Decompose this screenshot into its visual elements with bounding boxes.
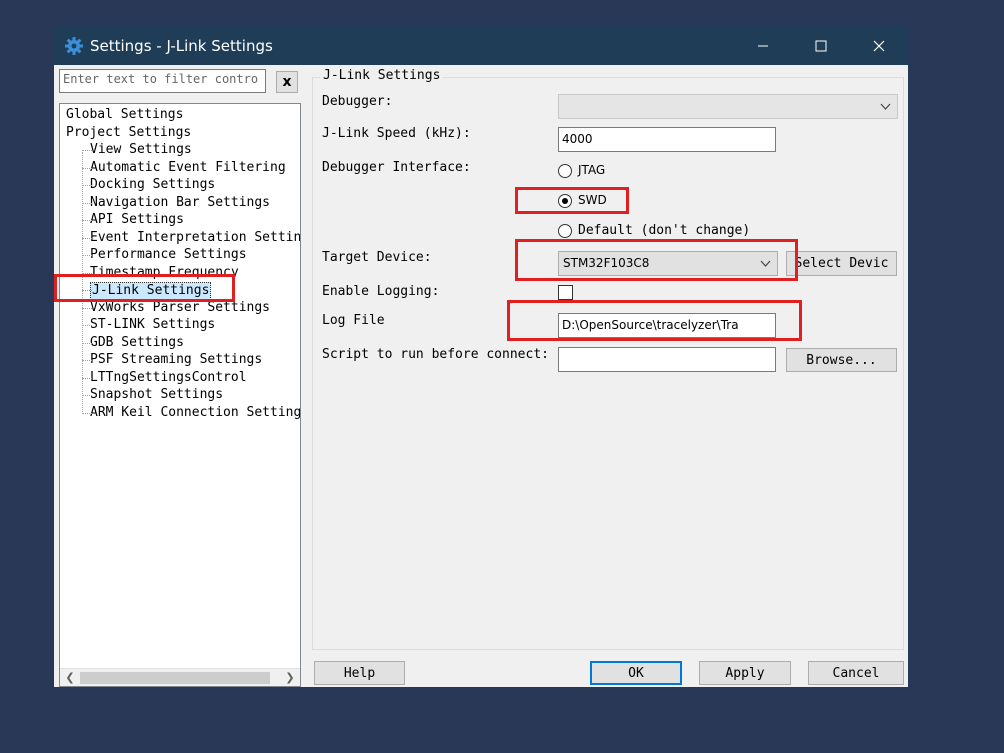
tree-connector-tick: [82, 343, 92, 344]
tree-item[interactable]: Global Settings: [66, 107, 183, 123]
tree-item[interactable]: Snapshot Settings: [90, 387, 223, 403]
highlight-swd-option: [515, 187, 629, 214]
radio-default-label[interactable]: Default (don't change): [578, 223, 750, 238]
tree-connector-tick: [82, 185, 92, 186]
debugger-label: Debugger:: [322, 94, 393, 109]
group-title: J-Link Settings: [320, 68, 444, 83]
tree-connector-tick: [82, 255, 92, 256]
horizontal-scrollbar[interactable]: ❮ ❯: [60, 668, 300, 686]
tree-item[interactable]: Project Settings: [66, 125, 191, 141]
highlight-target-device: [515, 239, 798, 281]
tree-connector-tick: [82, 360, 92, 361]
minimize-icon: [758, 45, 768, 47]
maximize-icon: [815, 40, 827, 52]
tree-item[interactable]: Navigation Bar Settings: [90, 195, 270, 211]
tree-item[interactable]: Docking Settings: [90, 177, 215, 193]
window-title: Settings - J-Link Settings: [90, 37, 273, 55]
radio-default[interactable]: [558, 224, 572, 238]
browse-button[interactable]: Browse...: [786, 348, 897, 372]
scroll-left-icon[interactable]: ❮: [62, 671, 78, 685]
title-bar: Settings - J-Link Settings: [54, 27, 908, 65]
tree-item[interactable]: GDB Settings: [90, 335, 184, 351]
gear-icon: [65, 37, 83, 55]
speed-label: J-Link Speed (kHz):: [322, 126, 471, 141]
interface-label: Debugger Interface:: [322, 160, 471, 175]
tree-item[interactable]: ARM Keil Connection Settings: [90, 405, 300, 421]
logging-label: Enable Logging:: [322, 284, 440, 299]
minimize-button[interactable]: [734, 27, 792, 65]
select-device-button[interactable]: Select Devic: [786, 251, 897, 276]
tree-connector-tick: [82, 413, 92, 414]
chevron-down-icon: [880, 103, 891, 110]
debugger-combo[interactable]: [558, 94, 898, 119]
tree-connector-tick: [82, 308, 92, 309]
tree-item[interactable]: PSF Streaming Settings: [90, 352, 262, 368]
radio-jtag[interactable]: [558, 164, 572, 178]
clear-filter-button[interactable]: x: [276, 71, 298, 93]
tree-item[interactable]: View Settings: [90, 142, 192, 158]
tree-item[interactable]: Performance Settings: [90, 247, 247, 263]
cancel-button[interactable]: Cancel: [808, 661, 904, 685]
tree-connector-tick: [82, 378, 92, 379]
tree-connector-tick: [82, 168, 92, 169]
script-input[interactable]: [558, 347, 776, 372]
target-label: Target Device:: [322, 250, 432, 265]
tree-connector-tick: [82, 150, 92, 151]
tree-connector-tick: [82, 238, 92, 239]
speed-input[interactable]: 4000: [558, 127, 776, 152]
tree-connector-tick: [82, 325, 92, 326]
tree-connector-tick: [82, 395, 92, 396]
scroll-right-icon[interactable]: ❯: [282, 671, 298, 685]
tree-item[interactable]: ST-LINK Settings: [90, 317, 215, 333]
ok-button[interactable]: OK: [590, 661, 682, 685]
tree-connector-tick: [82, 220, 92, 221]
radio-jtag-label[interactable]: JTAG: [578, 163, 605, 177]
highlight-jlink-tree-item: [54, 274, 235, 302]
close-icon: [873, 40, 885, 52]
close-button[interactable]: [850, 27, 908, 65]
script-label: Script to run before connect:: [322, 347, 549, 362]
tree-item[interactable]: Event Interpretation Setting: [90, 230, 300, 246]
tree-item[interactable]: Automatic Event Filtering: [90, 160, 286, 176]
logfile-label: Log File: [322, 313, 385, 328]
settings-dialog: Settings - J-Link Settings Enter text to…: [53, 26, 909, 688]
tree-item[interactable]: VxWorks Parser Settings: [90, 300, 270, 316]
settings-tree[interactable]: Global Settings Project Settings View Sett…: [59, 103, 301, 687]
tree-item[interactable]: LTTngSettingsControl: [90, 370, 247, 386]
apply-button[interactable]: Apply: [699, 661, 791, 685]
help-button[interactable]: Help: [314, 661, 405, 685]
tree-item[interactable]: API Settings: [90, 212, 184, 228]
maximize-button[interactable]: [792, 27, 850, 65]
highlight-log-file: [507, 300, 802, 341]
scrollbar-thumb[interactable]: [80, 672, 270, 684]
tree-connector-tick: [82, 203, 92, 204]
enable-logging-checkbox[interactable]: [558, 285, 573, 300]
filter-input[interactable]: Enter text to filter contro: [59, 69, 266, 93]
